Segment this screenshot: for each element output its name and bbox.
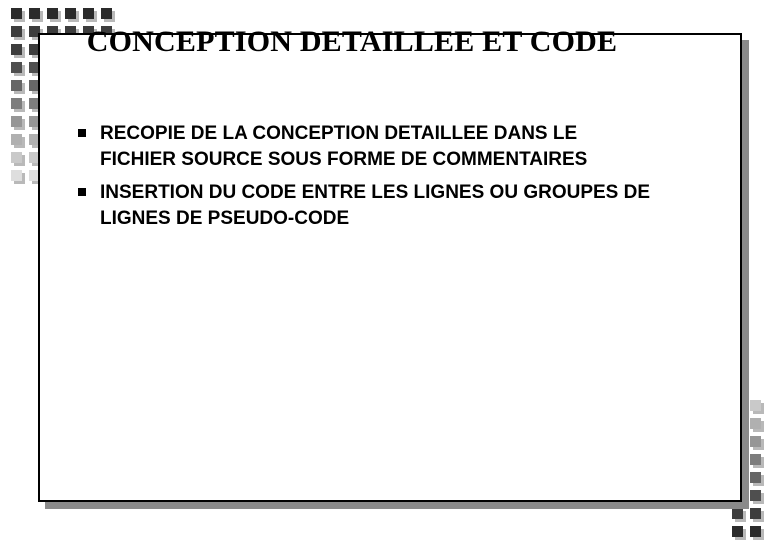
slide-canvas: CONCEPTION DETAILLEE ET CODE RECOPIE DE …: [0, 0, 780, 540]
decorative-square-face: [750, 436, 761, 447]
decorative-square: [750, 472, 764, 486]
slide-frame: [38, 33, 742, 502]
list-item: RECOPIE DE LA CONCEPTION DETAILLEE DANS …: [78, 121, 654, 173]
decorative-square: [750, 508, 764, 522]
decorative-square: [750, 436, 764, 450]
list-item: INSERTION DU CODE ENTRE LES LIGNES OU GR…: [78, 180, 654, 232]
page-title: CONCEPTION DETAILLEE ET CODE: [86, 25, 618, 58]
decorative-square-face: [750, 526, 761, 537]
decorative-square-face: [732, 526, 743, 537]
decorative-square: [750, 454, 764, 468]
decorative-square: [750, 490, 764, 504]
square-bullet-icon: [78, 188, 86, 196]
decorative-square: [750, 400, 764, 414]
decorative-square: [732, 508, 746, 522]
decorative-square: [750, 418, 764, 432]
decorative-square-face: [750, 454, 761, 465]
list-item-label: RECOPIE DE LA CONCEPTION DETAILLEE DANS …: [100, 123, 588, 170]
decorative-square-face: [750, 400, 761, 411]
decorative-square: [732, 526, 746, 540]
list-item-label: INSERTION DU CODE ENTRE LES LIGNES OU GR…: [100, 182, 651, 229]
bullet-list: RECOPIE DE LA CONCEPTION DETAILLEE DANS …: [78, 121, 654, 239]
decorative-square: [750, 526, 764, 540]
decorative-square-face: [750, 508, 761, 519]
decorative-square-face: [750, 472, 761, 483]
decorative-square-face: [750, 490, 761, 501]
decorative-square-face: [750, 418, 761, 429]
decorative-square-face: [732, 508, 743, 519]
square-bullet-icon: [78, 129, 86, 137]
